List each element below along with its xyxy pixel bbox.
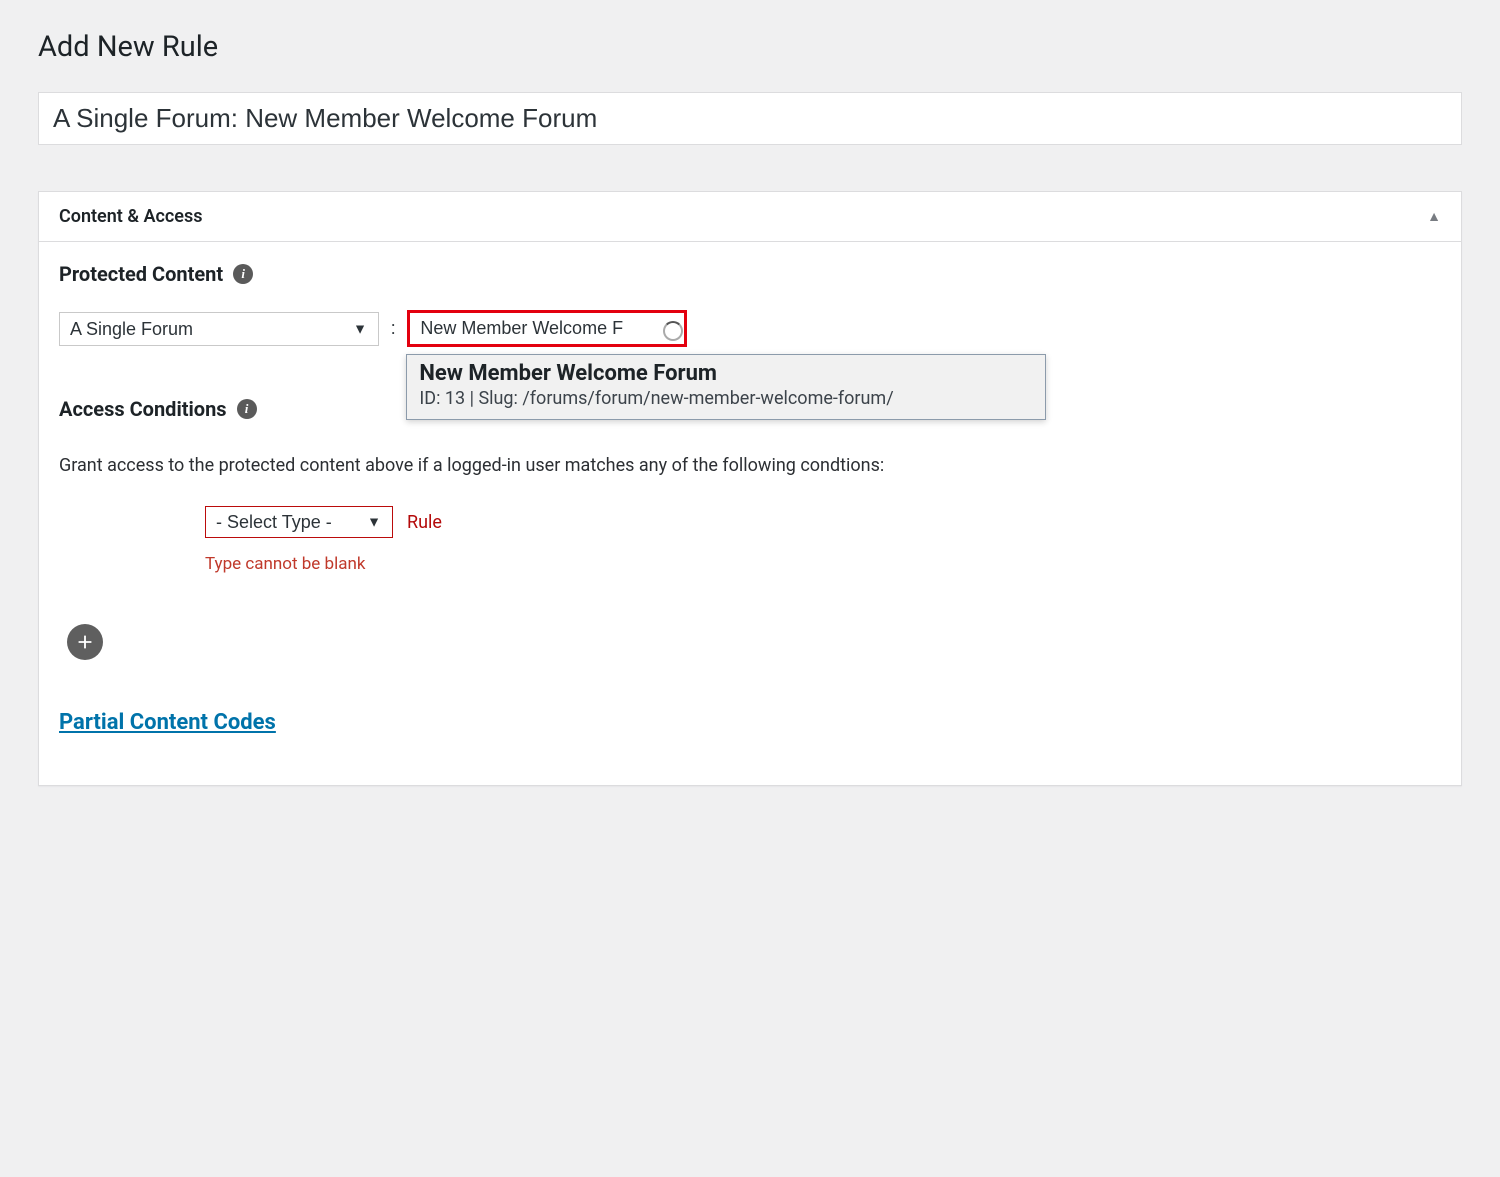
panel-header[interactable]: Content & Access ▲ (39, 192, 1461, 242)
autocomplete-dropdown: New Member Welcome Forum ID: 13 | Slug: … (406, 354, 1046, 420)
collapse-icon[interactable]: ▲ (1427, 208, 1441, 225)
condition-type-select[interactable]: - Select Type - (205, 506, 393, 538)
access-conditions-text: Access Conditions (59, 397, 227, 421)
access-conditions-label: Access Conditions i (59, 397, 257, 421)
colon-separator: : (391, 318, 395, 339)
info-icon[interactable]: i (237, 399, 257, 419)
autocomplete-item-title: New Member Welcome Forum (419, 361, 1033, 386)
autocomplete-item-meta: ID: 13 | Slug: /forums/forum/new-member-… (419, 388, 1033, 409)
autocomplete-item[interactable]: New Member Welcome Forum ID: 13 | Slug: … (407, 355, 1045, 419)
protected-content-label: Protected Content i (59, 262, 253, 286)
add-condition-button[interactable] (67, 624, 103, 660)
info-icon[interactable]: i (233, 264, 253, 284)
rule-label: Rule (407, 512, 442, 533)
protected-content-text: Protected Content (59, 262, 223, 286)
rule-title-input[interactable] (38, 92, 1462, 145)
panel-heading: Content & Access (59, 206, 202, 227)
type-error-message: Type cannot be blank (205, 554, 1441, 574)
content-access-panel: Content & Access ▲ Protected Content i A… (38, 191, 1462, 786)
protected-content-type-select[interactable]: A Single Forum (59, 312, 379, 346)
access-description: Grant access to the protected content ab… (59, 455, 1441, 476)
page-title: Add New Rule (38, 30, 1462, 64)
partial-content-codes-link[interactable]: Partial Content Codes (59, 710, 276, 735)
protected-item-search-input[interactable] (407, 310, 687, 347)
loading-spinner-icon (663, 321, 679, 337)
plus-icon (74, 631, 96, 653)
